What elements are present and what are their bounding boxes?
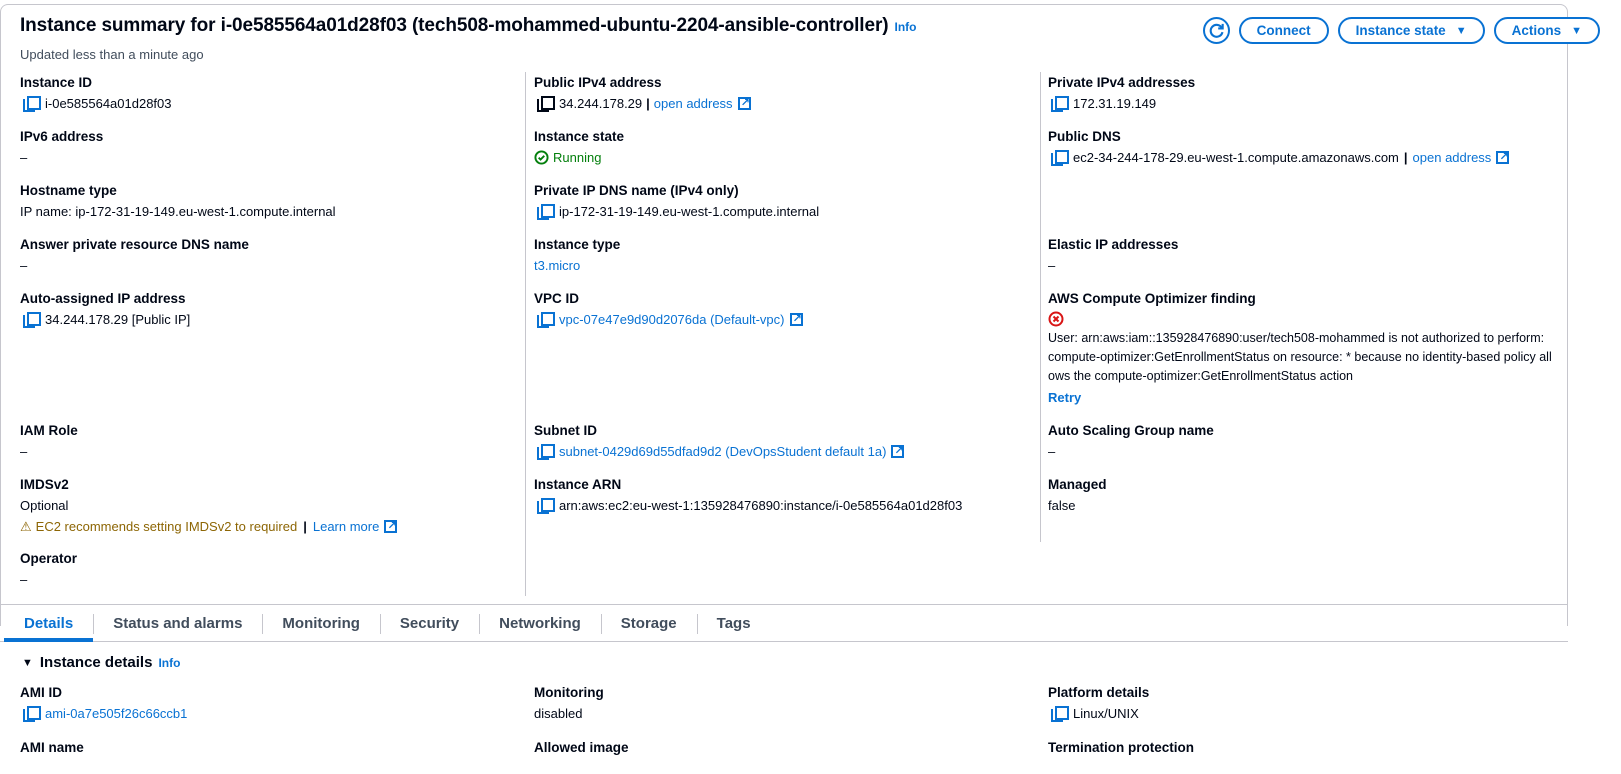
copy-icon[interactable] [537,497,555,514]
header-actions: Connect Instance state ▼ Actions ▼ [1202,17,1600,44]
connect-button[interactable]: Connect [1238,17,1329,44]
error-icon [1048,311,1064,327]
details-tabs: Details Status and alarms Monitoring Sec… [0,604,1568,642]
field-ipv6: IPv6 address – [20,129,104,165]
copy-icon[interactable] [1051,95,1069,112]
field-public-ipv4: Public IPv4 address 34.244.178.29 | open… [534,74,1034,113]
field-instance-state: Instance state Running [534,129,625,165]
field-auto-ip: Auto-assigned IP address 34.244.178.29 [… [20,291,191,328]
field-instance-arn: Instance ARN arn:aws:ec2:eu-west-1:13592… [534,477,963,514]
field-instance-type: Instance type t3.micro [534,236,1034,275]
updated-timestamp: Updated less than a minute ago [20,47,204,62]
copy-icon[interactable] [1051,705,1069,722]
learn-more-link[interactable]: Learn more [313,517,379,536]
caret-down-icon: ▼ [22,656,33,669]
imdsv2-warning: EC2 recommends setting IMDSv2 to require… [35,519,298,534]
copy-icon[interactable] [537,203,555,220]
details-column-2: Monitoring disabled Allowed image [534,685,629,755]
column-divider [525,72,526,596]
field-subnet-id: Subnet ID subnet-0429d69d55dfad9d2 (DevO… [534,422,1034,461]
field-public-dns: Public DNS ec2-34-244-178-29.eu-west-1.c… [1048,128,1553,167]
external-link-icon[interactable] [384,517,398,536]
copy-icon[interactable] [23,95,41,112]
field-imdsv2: IMDSv2 Optional ⚠ EC2 recommends setting… [20,476,520,536]
open-address-link[interactable]: open address [1413,148,1492,167]
info-link[interactable]: Info [894,20,916,34]
instance-state-button[interactable]: Instance state ▼ [1337,17,1485,44]
retry-link[interactable]: Retry [1048,388,1553,407]
tab-tags[interactable]: Tags [696,605,771,641]
caret-down-icon: ▼ [1571,24,1582,37]
refresh-icon [1209,23,1224,38]
subnet-link[interactable]: subnet-0429d69d55dfad9d2 (DevOpsStudent … [559,442,886,461]
tab-status-and-alarms[interactable]: Status and alarms [93,605,262,641]
tab-details[interactable]: Details [4,605,94,642]
field-compute-optimizer: AWS Compute Optimizer finding User: arn:… [1048,291,1553,407]
field-instance-id: Instance ID i-0e585564a01d28f03 [20,75,172,112]
tab-networking[interactable]: Networking [479,605,601,641]
field-hostname-type: Hostname type IP name: ip-172-31-19-149.… [20,183,336,219]
field-operator: Operator – [20,551,78,587]
ami-id-link[interactable]: ami-0a7e505f26c66ccb1 [45,704,187,723]
external-link-icon[interactable] [891,442,905,461]
field-elastic-ip: Elastic IP addresses – [1048,237,1179,273]
open-address-link[interactable]: open address [654,94,733,113]
instance-type-link[interactable]: t3.micro [534,256,1034,275]
details-column-3: Platform details Linux/UNIX Termination … [1048,685,1195,755]
optimizer-error-message: User: arn:aws:iam::135928476890:user/tec… [1048,331,1552,383]
instance-details-toggle[interactable]: ▼ Instance details Info [22,654,180,671]
external-link-icon[interactable] [789,310,803,329]
details-column-1: AMI ID ami-0a7e505f26c66ccb1 AMI name [20,685,188,755]
field-iam-role: IAM Role – [20,423,78,459]
copy-icon[interactable] [23,705,41,722]
external-link-icon[interactable] [737,94,751,113]
success-check-icon [534,150,549,165]
tab-security[interactable]: Security [379,605,479,641]
tab-monitoring[interactable]: Monitoring [262,605,379,641]
field-answer-dns: Answer private resource DNS name – [20,237,249,273]
instance-state-running: Running [553,150,602,165]
tab-storage[interactable]: Storage [600,605,697,641]
refresh-button[interactable] [1202,17,1230,44]
copy-icon[interactable] [537,311,555,328]
warning-icon: ⚠ [20,519,32,534]
page-title: Instance summary for i-0e585564a01d28f03… [20,15,917,36]
external-link-icon[interactable] [1496,148,1510,167]
caret-down-icon: ▼ [1455,24,1467,37]
field-vpc-id: VPC ID vpc-07e47e9d90d2076da (Default-vp… [534,290,1034,329]
copy-icon[interactable] [1051,149,1069,166]
copy-icon[interactable] [23,311,41,328]
field-managed: Managed false [1048,477,1107,513]
actions-button[interactable]: Actions ▼ [1493,17,1600,44]
field-private-dns: Private IP DNS name (IPv4 only) ip-172-3… [534,183,820,220]
field-private-ipv4: Private IPv4 addresses 172.31.19.149 [1048,75,1196,112]
column-divider [1040,72,1041,542]
field-asg-name: Auto Scaling Group name – [1048,423,1214,459]
copy-icon[interactable] [537,443,555,460]
info-link[interactable]: Info [158,656,180,670]
copy-icon[interactable] [537,95,555,112]
vpc-link[interactable]: vpc-07e47e9d90d2076da (Default-vpc) [559,310,785,329]
